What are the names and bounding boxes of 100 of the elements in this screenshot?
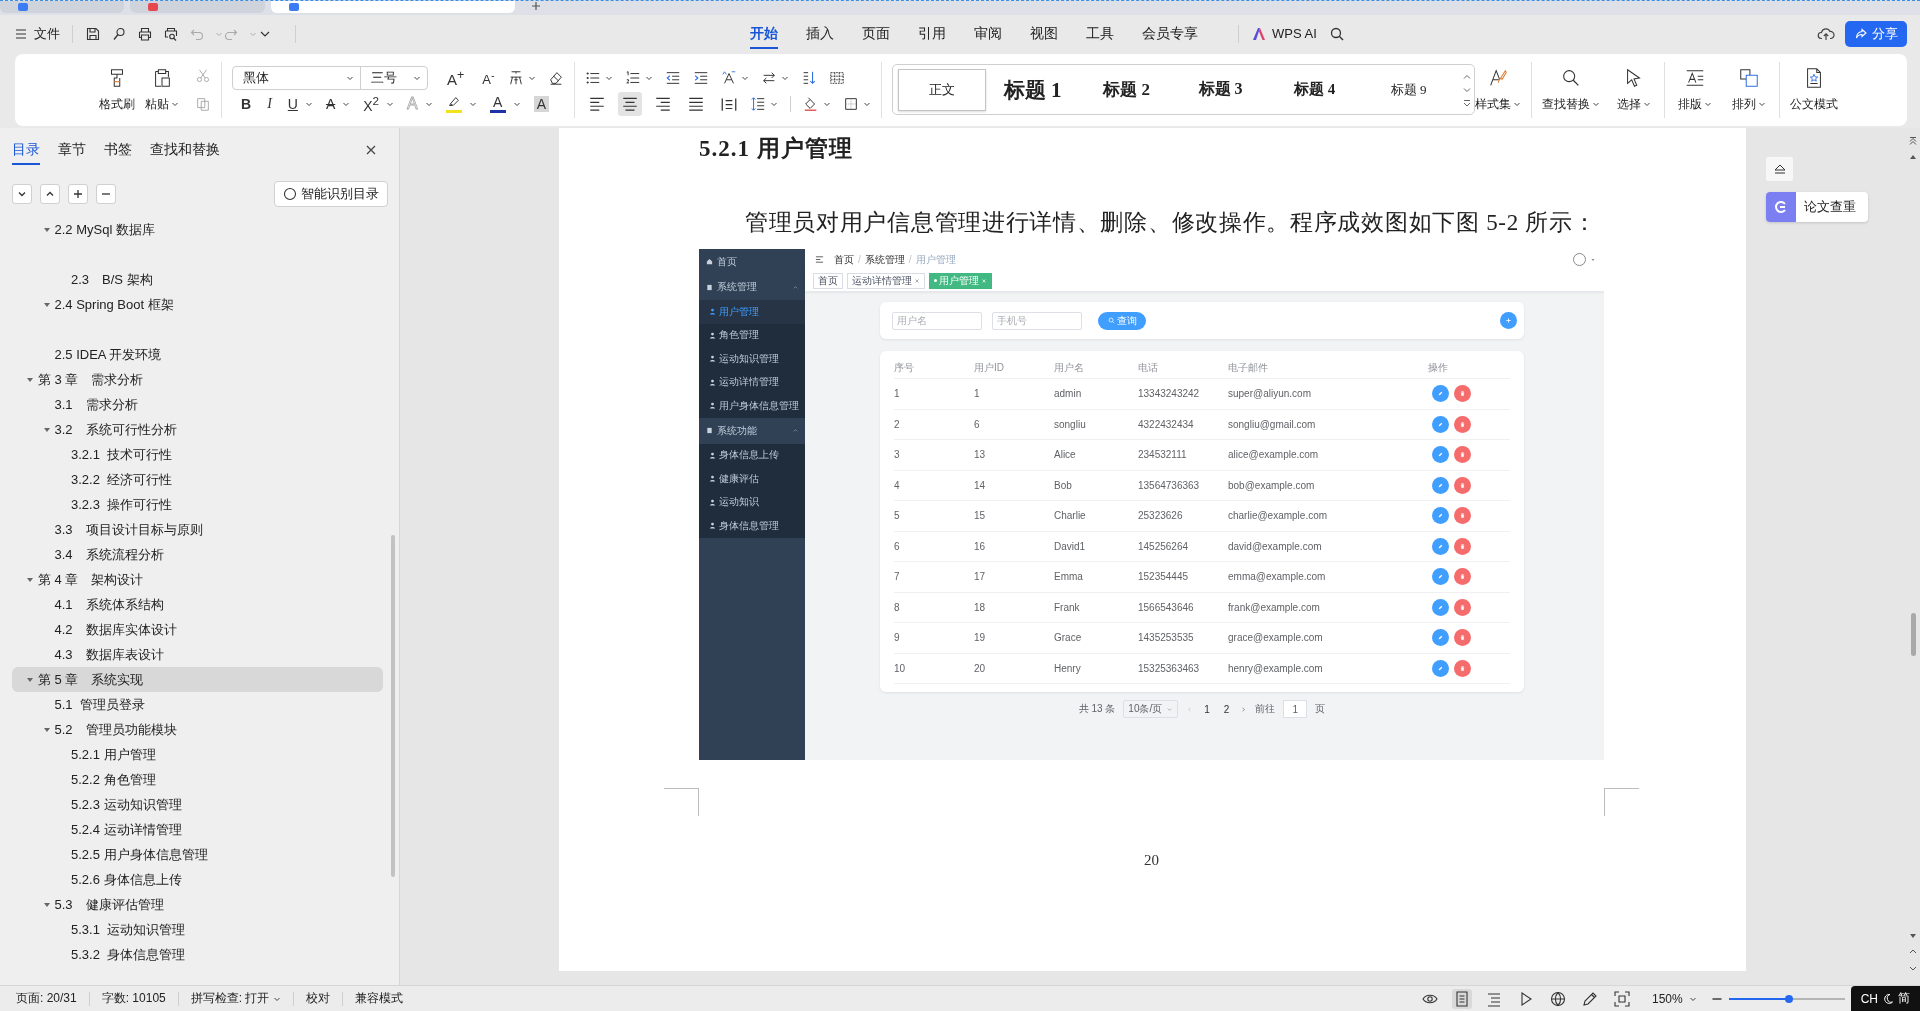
remove-heading-button[interactable] bbox=[96, 184, 116, 204]
toc-item[interactable]: 3.2.2 经济可行性 bbox=[12, 467, 383, 492]
text-direction-icon[interactable] bbox=[720, 70, 737, 86]
document-tab[interactable] bbox=[271, 1, 515, 13]
status-item[interactable]: 兼容模式 bbox=[355, 990, 404, 1007]
share-button[interactable]: 分享 bbox=[1845, 20, 1907, 47]
app-menu-item[interactable]: 运动知识 bbox=[699, 490, 805, 514]
file-menu[interactable]: 文件 bbox=[14, 24, 60, 43]
italic-button[interactable]: I bbox=[264, 93, 275, 115]
edit-button[interactable] bbox=[1432, 507, 1449, 525]
app-menu-item[interactable]: 首页 bbox=[699, 249, 805, 274]
delete-button[interactable] bbox=[1454, 476, 1471, 494]
app-menu-item[interactable]: 角色管理 bbox=[699, 323, 805, 347]
page-link[interactable]: 1 bbox=[1201, 703, 1213, 715]
toc-item[interactable]: 3.2.1 技术可行性 bbox=[12, 442, 383, 467]
typeset-button[interactable]: 排版 bbox=[1674, 64, 1715, 117]
toc-item[interactable]: 5.2.3 运动知识管理 bbox=[12, 792, 383, 817]
shrink-font-button[interactable]: A$^{-}$ bbox=[479, 67, 498, 89]
ribbon-tab[interactable]: 开始 bbox=[750, 18, 778, 49]
expand-triangle-icon[interactable] bbox=[42, 225, 51, 234]
zoom-level[interactable]: 150% bbox=[1651, 991, 1697, 1006]
delete-button[interactable] bbox=[1454, 659, 1471, 677]
table-icon[interactable] bbox=[828, 70, 845, 86]
swap-arrows-icon[interactable] bbox=[760, 70, 777, 86]
collapse-panel-button[interactable] bbox=[1766, 157, 1793, 181]
style-preset[interactable]: 标题 3 bbox=[1173, 68, 1268, 111]
copy-icon[interactable] bbox=[195, 96, 211, 112]
avatar-icon[interactable] bbox=[1573, 253, 1586, 266]
toc-item[interactable]: 2.5 IDEA 开发环境 bbox=[12, 342, 383, 367]
style-preset[interactable]: 正文 bbox=[897, 68, 986, 111]
print-preview-icon[interactable] bbox=[163, 25, 179, 42]
pane-tab[interactable]: 目录 bbox=[12, 135, 40, 165]
app-menu-item[interactable]: 运动知识管理 bbox=[699, 347, 805, 371]
page-input[interactable]: 1 bbox=[1283, 700, 1308, 718]
ribbon-tab[interactable]: 会员专享 bbox=[1142, 18, 1198, 49]
expand-triangle-icon[interactable] bbox=[26, 375, 34, 384]
toc-item[interactable]: 5.3.2 身体信息管理 bbox=[12, 942, 383, 967]
new-tab-icon[interactable] bbox=[531, 1, 541, 11]
style-preset[interactable]: 标题 9 bbox=[1361, 68, 1456, 111]
edit-button[interactable] bbox=[1432, 385, 1449, 403]
pane-tab[interactable]: 查找和替换 bbox=[150, 135, 220, 165]
page-up-icon[interactable] bbox=[1908, 136, 1918, 146]
app-menu-group[interactable]: 系统管理 bbox=[699, 274, 805, 300]
search-field[interactable]: 手机号 bbox=[992, 311, 1082, 330]
toc-item[interactable]: 4.2 数据库实体设计 bbox=[12, 617, 383, 642]
expand-triangle-icon[interactable] bbox=[42, 425, 51, 434]
fit-screen-icon[interactable] bbox=[1611, 988, 1632, 1009]
align-center-icon[interactable] bbox=[617, 92, 642, 116]
breadcrumb-link[interactable]: 系统管理 bbox=[864, 252, 905, 267]
toc-item[interactable]: 3.4 系统流程分析 bbox=[12, 542, 383, 567]
search-icon[interactable] bbox=[1328, 25, 1345, 42]
toc-item[interactable]: 3.3 项目设计目标与原则 bbox=[12, 517, 383, 542]
app-menu-item[interactable]: 身体信息管理 bbox=[699, 514, 805, 538]
underline-button[interactable]: U bbox=[284, 93, 301, 115]
toc-item[interactable]: 2.4 Spring Boot 框架 bbox=[12, 292, 383, 317]
arrange-button[interactable]: 排列 bbox=[1728, 64, 1769, 117]
toc-item[interactable]: 4.1 系统体系结构 bbox=[12, 592, 383, 617]
search-field[interactable]: 用户名 bbox=[892, 311, 982, 330]
style-preset[interactable]: 标题 4 bbox=[1267, 68, 1362, 111]
edit-button[interactable] bbox=[1432, 415, 1449, 433]
app-menu-item[interactable]: 身体信息上传 bbox=[699, 443, 805, 467]
toc-item[interactable]: 5.2.2 角色管理 bbox=[12, 767, 383, 792]
expand-triangle-icon[interactable] bbox=[26, 675, 34, 684]
add-heading-button[interactable] bbox=[68, 184, 88, 204]
superscript-button[interactable]: X$^{2}$ bbox=[360, 93, 383, 115]
status-item[interactable]: 拼写检查: 打开 bbox=[190, 990, 282, 1007]
toc-item[interactable]: 5.2.1 用户管理 bbox=[12, 742, 383, 767]
close-icon[interactable] bbox=[364, 143, 378, 157]
expand-triangle-icon[interactable] bbox=[26, 575, 34, 584]
scrollbar-thumb[interactable] bbox=[1910, 613, 1916, 656]
page-tag[interactable]: 首页 bbox=[813, 272, 843, 289]
toc-item[interactable]: 2.2 MySql 数据库 bbox=[12, 217, 383, 242]
style-set-button[interactable]: 样式集 bbox=[1474, 64, 1521, 117]
format-painter-button[interactable]: 格式刷 bbox=[99, 64, 135, 117]
toc-item[interactable]: 4.3 数据库表设计 bbox=[12, 642, 383, 667]
expand-triangle-icon[interactable] bbox=[42, 725, 51, 734]
delete-button[interactable] bbox=[1454, 507, 1471, 525]
page-view-icon[interactable] bbox=[1451, 988, 1472, 1009]
find-replace-button[interactable]: 查找替换 bbox=[1541, 64, 1600, 117]
ribbon-tab[interactable]: 工具 bbox=[1086, 18, 1114, 49]
app-menu-item[interactable]: 运动详情管理 bbox=[699, 370, 805, 394]
pane-tab[interactable]: 书签 bbox=[104, 135, 132, 165]
delete-button[interactable] bbox=[1454, 385, 1471, 403]
document-tab[interactable] bbox=[130, 1, 265, 13]
official-mode-button[interactable]: 公文模式 bbox=[1789, 64, 1838, 117]
ribbon-tab[interactable]: 页面 bbox=[862, 18, 890, 49]
collapse-all-button[interactable] bbox=[40, 184, 60, 204]
edit-button[interactable] bbox=[1432, 598, 1449, 616]
toc-item[interactable]: 3.2.3 操作可行性 bbox=[12, 492, 383, 517]
pane-tab[interactable]: 章节 bbox=[58, 135, 86, 165]
status-item[interactable]: 字数: 10105 bbox=[101, 990, 166, 1007]
strikethrough-button[interactable]: A bbox=[322, 93, 339, 115]
toc-item[interactable]: 2.3 B/S 架构 bbox=[12, 267, 383, 292]
toc-item[interactable]: 5.2.6 身体信息上传 bbox=[12, 867, 383, 892]
delete-button[interactable] bbox=[1454, 598, 1471, 616]
ribbon-tab[interactable]: 引用 bbox=[918, 18, 946, 49]
scissors-icon[interactable] bbox=[195, 68, 211, 84]
delete-button[interactable] bbox=[1454, 568, 1471, 586]
expand-all-button[interactable] bbox=[12, 184, 32, 204]
decrease-indent-icon[interactable] bbox=[664, 70, 681, 86]
